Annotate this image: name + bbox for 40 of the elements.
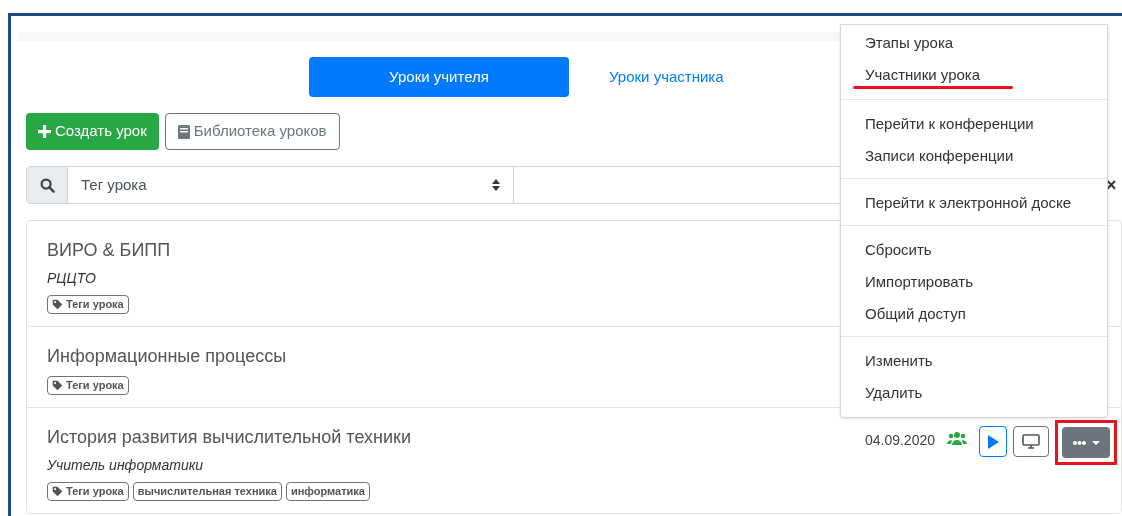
menu-item[interactable]: Этапы урока bbox=[865, 31, 954, 55]
menu-item[interactable]: Перейти к электронной доске bbox=[865, 191, 1072, 215]
screen-button[interactable] bbox=[1013, 426, 1049, 457]
play-button[interactable] bbox=[979, 426, 1007, 457]
menu-item[interactable]: Общий доступ bbox=[865, 302, 966, 326]
menu-item[interactable]: Записи конференции bbox=[865, 144, 1014, 168]
menu-item[interactable]: Изменить bbox=[865, 349, 933, 373]
lesson-author: Учитель информатики bbox=[47, 456, 205, 475]
users-icon bbox=[947, 431, 967, 445]
tags-label: Теги урока bbox=[47, 295, 129, 314]
play-icon bbox=[987, 434, 999, 449]
sort-icon bbox=[492, 179, 500, 191]
menu-item[interactable]: Участники урока bbox=[865, 63, 981, 87]
lesson-date: 04.09.2020 bbox=[864, 431, 935, 450]
lesson-title[interactable]: ВИРО & БИПП bbox=[47, 237, 171, 264]
tag-icon bbox=[52, 380, 63, 391]
tag-icon bbox=[52, 486, 63, 497]
menu-item[interactable]: Импортировать bbox=[865, 270, 973, 294]
caret-icon bbox=[1091, 440, 1100, 445]
lesson-library-button[interactable]: Библиотека уроков bbox=[164, 113, 340, 150]
tab[interactable]: Уроки участника bbox=[601, 57, 732, 97]
tag-icon bbox=[52, 299, 63, 310]
tags-label: Теги урока bbox=[47, 376, 129, 395]
menu-item[interactable]: Перейти к конференции bbox=[865, 112, 1034, 136]
tag-chip[interactable]: вычислительная техника bbox=[132, 482, 282, 501]
menu-item[interactable]: Сбросить bbox=[865, 238, 932, 262]
lesson-title[interactable]: История развития вычислительной техники bbox=[47, 424, 411, 451]
search-icon bbox=[39, 177, 55, 193]
monitor-icon bbox=[1022, 434, 1040, 449]
menu-item[interactable]: Удалить bbox=[865, 381, 923, 405]
ellipsis-icon bbox=[1072, 440, 1086, 445]
tag-select-value: Тег урока bbox=[81, 174, 147, 195]
tags-label: Теги урока bbox=[47, 482, 129, 501]
tag-chip[interactable]: информатика bbox=[285, 482, 370, 501]
tab[interactable]: Уроки учителя bbox=[309, 57, 569, 97]
more-button[interactable] bbox=[1062, 427, 1110, 458]
plus-icon bbox=[38, 125, 51, 138]
book-icon bbox=[177, 124, 190, 139]
lesson-title[interactable]: Информационные процессы bbox=[47, 343, 287, 370]
lesson-author: РЦЦТО bbox=[47, 269, 97, 288]
